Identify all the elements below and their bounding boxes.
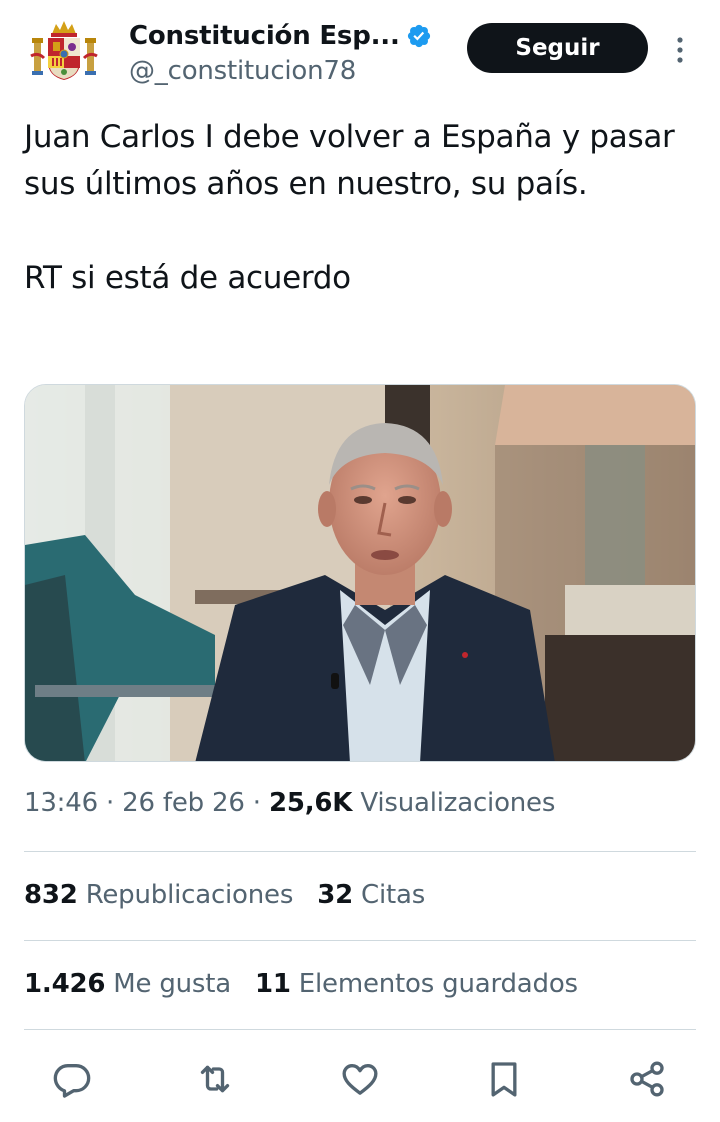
- tweet-meta: 13:46 · 26 feb 26 · 25,6K Visualizacione…: [24, 788, 555, 818]
- quotes-label: Citas: [361, 880, 426, 910]
- bookmarks-stat[interactable]: 11 Elementos guardados: [255, 969, 578, 999]
- display-name-row: Constitución Esp...: [129, 20, 432, 52]
- divider: [24, 1029, 696, 1030]
- spain-coat-of-arms-icon: [30, 21, 98, 80]
- bookmarks-label: Elementos guardados: [298, 969, 578, 999]
- avatar[interactable]: [28, 16, 100, 88]
- follow-button[interactable]: Seguir: [467, 23, 648, 73]
- handle[interactable]: @_constitucion78: [129, 56, 432, 86]
- more-options-icon[interactable]: [670, 34, 690, 66]
- repost-icon: [200, 1065, 230, 1093]
- likes-stat[interactable]: 1.426 Me gusta: [24, 969, 231, 999]
- reposts-stat[interactable]: 832 Republicaciones: [24, 880, 293, 910]
- display-name[interactable]: Constitución Esp...: [129, 21, 400, 51]
- quotes-stat[interactable]: 32 Citas: [317, 880, 425, 910]
- divider: [24, 940, 696, 941]
- tweet-text-paragraph: RT si está de acuerdo: [24, 260, 351, 296]
- likes-count: 1.426: [24, 969, 106, 999]
- reposts-count: 832: [24, 880, 78, 910]
- views-label: Visualizaciones: [360, 788, 556, 818]
- reposts-label: Republicaciones: [85, 880, 294, 910]
- bookmark-button[interactable]: [483, 1058, 525, 1100]
- tweet-header: Constitución Esp... @_constitucion78 Seg…: [24, 14, 696, 94]
- tweet-text: Juan Carlos I debe volver a España y pas…: [24, 114, 696, 302]
- reply-icon: [53, 1064, 91, 1098]
- bookmark-icon: [491, 1062, 517, 1097]
- like-button[interactable]: [339, 1058, 381, 1100]
- views-count: 25,6K: [268, 788, 353, 818]
- verified-badge-icon[interactable]: [406, 23, 432, 49]
- quotes-count: 32: [317, 880, 353, 910]
- stats-row-likes: 1.426 Me gusta 11 Elementos guardados: [24, 969, 578, 999]
- repost-button[interactable]: [194, 1058, 236, 1100]
- photo-image: [25, 385, 695, 761]
- tweet-date[interactable]: 26 feb 26: [122, 788, 245, 818]
- tweet-photo[interactable]: [24, 384, 696, 762]
- meta-separator: ·: [106, 788, 123, 818]
- reply-button[interactable]: [51, 1058, 93, 1100]
- share-icon: [630, 1061, 664, 1097]
- meta-separator: ·: [252, 788, 269, 818]
- tweet-time[interactable]: 13:46: [24, 788, 98, 818]
- heart-icon: [342, 1064, 378, 1095]
- share-button[interactable]: [626, 1058, 668, 1100]
- likes-label: Me gusta: [113, 969, 231, 999]
- author-names[interactable]: Constitución Esp... @_constitucion78: [129, 20, 432, 86]
- action-bar: [24, 1052, 696, 1106]
- stats-row-reposts: 832 Republicaciones 32 Citas: [24, 880, 425, 910]
- bookmarks-count: 11: [255, 969, 291, 999]
- tweet-text-paragraph: Juan Carlos I debe volver a España y pas…: [24, 119, 675, 202]
- divider: [24, 851, 696, 852]
